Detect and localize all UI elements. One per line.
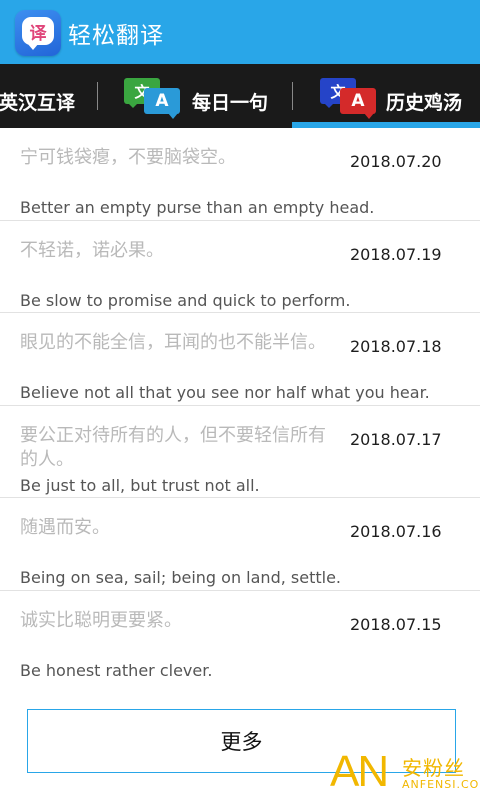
quote-list: 宁可钱袋瘪，不要脑袋空。 2018.07.20 Better an empty … — [0, 128, 480, 683]
quote-chinese: 随遇而安。 — [20, 517, 110, 538]
list-item[interactable]: 要公正对待所有的人，但不要轻信所有的人。 2018.07.17 Be just … — [0, 406, 480, 498]
list-item[interactable]: 随遇而安。 2018.07.16 Being on sea, sail; bei… — [0, 498, 480, 591]
list-item[interactable]: 不轻诺，诺必果。 2018.07.19 Be slow to promise a… — [0, 221, 480, 313]
quote-date: 2018.07.17 — [350, 429, 442, 449]
list-item[interactable]: 眼见的不能全信，耳闻的也不能半信。 2018.07.18 Believe not… — [0, 313, 480, 406]
translate-icon: 文 A — [124, 74, 186, 122]
quote-english: Be slow to promise and quick to perform. — [20, 290, 351, 310]
tab-daily-sentence[interactable]: 文 A 每日一句 — [100, 64, 292, 128]
quote-chinese: 不轻诺，诺必果。 — [20, 239, 164, 261]
list-item[interactable]: 诚实比聪明更要紧。 2018.07.15 Be honest rather cl… — [0, 591, 480, 684]
quote-chinese: 眼见的不能全信，耳闻的也不能半信。 — [20, 332, 326, 353]
tab-label: 历史鸡汤 — [386, 92, 463, 114]
tab-divider — [97, 82, 98, 110]
quote-chinese: 宁可钱袋瘪，不要脑袋空。 — [20, 147, 236, 168]
quote-date: 2018.07.18 — [350, 337, 442, 356]
app-logo-glyph: 译 — [22, 17, 54, 45]
watermark-url: ANFENSI.COM — [402, 778, 480, 791]
more-button[interactable]: 更多 — [27, 709, 456, 773]
title-bar: 译 轻松翻译 — [0, 0, 480, 64]
tab-english-chinese[interactable]: 英汉互译 — [0, 64, 100, 128]
quote-chinese: 诚实比聪明更要紧。 — [20, 609, 182, 631]
tab-label: 每日一句 — [192, 92, 269, 114]
app-logo-icon: 译 — [15, 10, 61, 56]
quote-english: Better an empty purse than an empty head… — [20, 198, 375, 217]
app-screen: 译 轻松翻译 英汉互译 文 A 每日一句 文 A 历史鸡汤 宁可钱袋瘪，不要脑袋… — [0, 0, 480, 800]
app-title: 轻松翻译 — [68, 23, 164, 49]
quote-english: Be honest rather clever. — [20, 660, 213, 680]
list-item[interactable]: 宁可钱袋瘪，不要脑袋空。 2018.07.20 Better an empty … — [0, 128, 480, 221]
quote-date: 2018.07.19 — [350, 244, 442, 264]
tab-label: 英汉互译 — [0, 92, 76, 114]
quote-date: 2018.07.20 — [350, 152, 442, 171]
translate-icon: 文 A — [320, 74, 382, 122]
tab-bar: 英汉互译 文 A 每日一句 文 A 历史鸡汤 — [0, 64, 480, 128]
quote-date: 2018.07.16 — [350, 522, 442, 541]
quote-english: Be just to all, but trust not all. — [20, 475, 260, 495]
tab-history-quotes[interactable]: 文 A 历史鸡汤 — [292, 64, 480, 128]
quote-date: 2018.07.15 — [350, 614, 442, 634]
quote-chinese: 要公正对待所有的人，但不要轻信所有的人。 — [20, 424, 326, 470]
quote-english: Being on sea, sail; being on land, settl… — [20, 568, 341, 587]
quote-english: Believe not all that you see nor half wh… — [20, 383, 430, 402]
